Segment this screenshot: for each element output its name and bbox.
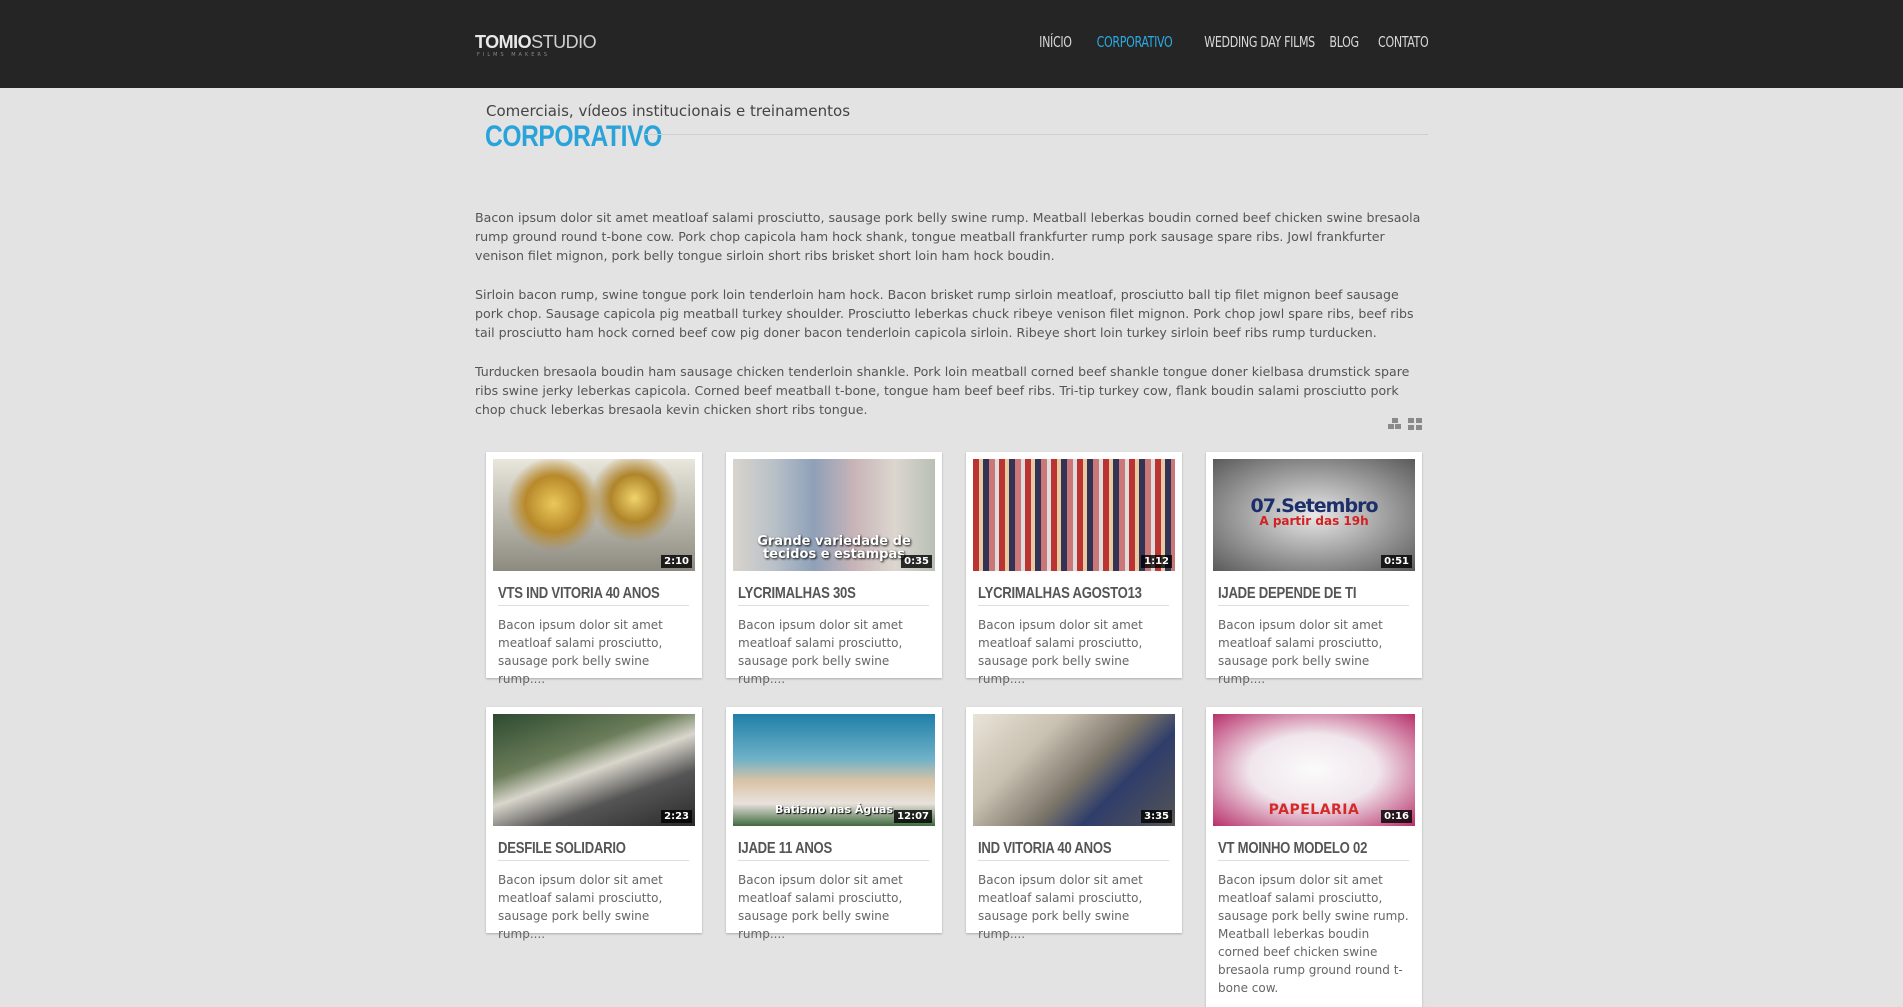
video-thumbnail[interactable]: 2:10 (493, 459, 695, 571)
video-title[interactable]: VT MOINHO MODELO 02 (1218, 840, 1410, 861)
page-content: Comerciais, vídeos institucionais e trei… (475, 88, 1428, 1007)
logo-light-text: STUDIO (531, 32, 597, 52)
view-toggles (1388, 418, 1422, 430)
video-duration: 12:07 (894, 810, 932, 823)
video-duration: 0:16 (1381, 810, 1412, 823)
video-duration: 2:10 (661, 555, 692, 568)
video-thumbnail[interactable]: Batismo nas Águas 12:07 (733, 714, 935, 826)
nav-contato[interactable]: CONTATO (1378, 33, 1429, 51)
thumbnail-time-caption: A partir das 19h (1259, 514, 1369, 528)
grid-small-icon[interactable] (1388, 418, 1402, 430)
video-duration: 3:35 (1141, 810, 1172, 823)
video-thumbnail[interactable]: 07.Setembro A partir das 19h 0:51 (1213, 459, 1415, 571)
nav-corporativo[interactable]: CORPORATIVO (1096, 33, 1172, 51)
video-card[interactable]: Grande variedade de tecidos e estampas 0… (726, 452, 942, 686)
video-thumbnail[interactable]: PAPELARIA 0:16 (1213, 714, 1415, 826)
page-title: CORPORATIVO (485, 120, 662, 153)
video-excerpt: Bacon ipsum dolor sit amet meatloaf sala… (1218, 873, 1409, 995)
intro-text: Bacon ipsum dolor sit amet meatloaf sala… (475, 208, 1428, 419)
video-thumbnail[interactable]: 2:23 (493, 714, 695, 826)
site-logo[interactable]: TOMIOSTUDIO FILMS MAKERS (475, 32, 597, 58)
main-nav: INÍCIO CORPORATIVO WEDDING DAY FILMS BLO… (1032, 33, 1428, 51)
video-card[interactable]: 2:10 VTS IND VITORIA 40 ANOS Bacon ipsum… (486, 452, 702, 686)
intro-paragraph: Bacon ipsum dolor sit amet meatloaf sala… (475, 210, 1421, 263)
video-duration: 1:12 (1141, 555, 1172, 568)
title-divider (645, 134, 1428, 135)
video-duration: 0:35 (901, 555, 932, 568)
video-thumbnail[interactable]: Grande variedade de tecidos e estampas 0… (733, 459, 935, 571)
video-duration: 0:51 (1381, 555, 1412, 568)
video-title[interactable]: LYCRIMALHAS 30S (738, 585, 930, 606)
video-title[interactable]: VTS IND VITORIA 40 ANOS (498, 585, 690, 606)
logo-bold-text: TOMIO (475, 32, 532, 52)
video-title[interactable]: IJADE DEPENDE DE TI (1218, 585, 1410, 606)
video-excerpt: Bacon ipsum dolor sit amet meatloaf sala… (738, 618, 903, 686)
video-card[interactable]: 2:23 DESFILE SOLIDARIO Bacon ipsum dolor… (486, 707, 702, 941)
video-excerpt: Bacon ipsum dolor sit amet meatloaf sala… (498, 618, 663, 686)
intro-paragraph: Turducken bresaola boudin ham sausage ch… (475, 364, 1410, 417)
section-subtitle: Comerciais, vídeos institucionais e trei… (486, 102, 851, 120)
nav-wedding-day-films[interactable]: WEDDING DAY FILMS (1204, 33, 1315, 51)
video-card[interactable]: 07.Setembro A partir das 19h 0:51 IJADE … (1206, 452, 1422, 686)
video-card[interactable]: Batismo nas Águas 12:07 IJADE 11 ANOS Ba… (726, 707, 942, 941)
video-title[interactable]: LYCRIMALHAS AGOSTO13 (978, 585, 1170, 606)
video-card[interactable]: 3:35 IND VITORIA 40 ANOS Bacon ipsum dol… (966, 707, 1182, 941)
video-thumbnail[interactable]: 1:12 (973, 459, 1175, 571)
video-thumbnail[interactable]: 3:35 (973, 714, 1175, 826)
nav-blog[interactable]: BLOG (1329, 33, 1359, 51)
video-excerpt: Bacon ipsum dolor sit amet meatloaf sala… (498, 873, 663, 941)
video-title[interactable]: DESFILE SOLIDARIO (498, 840, 690, 861)
video-card[interactable]: 1:12 LYCRIMALHAS AGOSTO13 Bacon ipsum do… (966, 452, 1182, 686)
video-title[interactable]: IND VITORIA 40 ANOS (978, 840, 1170, 861)
video-duration: 2:23 (661, 810, 692, 823)
logo-tagline: FILMS MAKERS (477, 52, 551, 58)
video-excerpt: Bacon ipsum dolor sit amet meatloaf sala… (738, 873, 903, 941)
grid-large-icon[interactable] (1408, 418, 1422, 430)
section-header: Comerciais, vídeos institucionais e trei… (475, 88, 1428, 208)
top-navbar: TOMIOSTUDIO FILMS MAKERS INÍCIO CORPORAT… (0, 0, 1903, 88)
nav-inicio[interactable]: INÍCIO (1039, 33, 1072, 51)
video-excerpt: Bacon ipsum dolor sit amet meatloaf sala… (978, 618, 1143, 686)
intro-paragraph: Sirloin bacon rump, swine tongue pork lo… (475, 287, 1414, 340)
video-card[interactable]: PAPELARIA 0:16 VT MOINHO MODELO 02 Bacon… (1206, 707, 1422, 1007)
video-title[interactable]: IJADE 11 ANOS (738, 840, 930, 861)
video-excerpt: Bacon ipsum dolor sit amet meatloaf sala… (978, 873, 1143, 941)
video-excerpt: Bacon ipsum dolor sit amet meatloaf sala… (1218, 618, 1383, 686)
